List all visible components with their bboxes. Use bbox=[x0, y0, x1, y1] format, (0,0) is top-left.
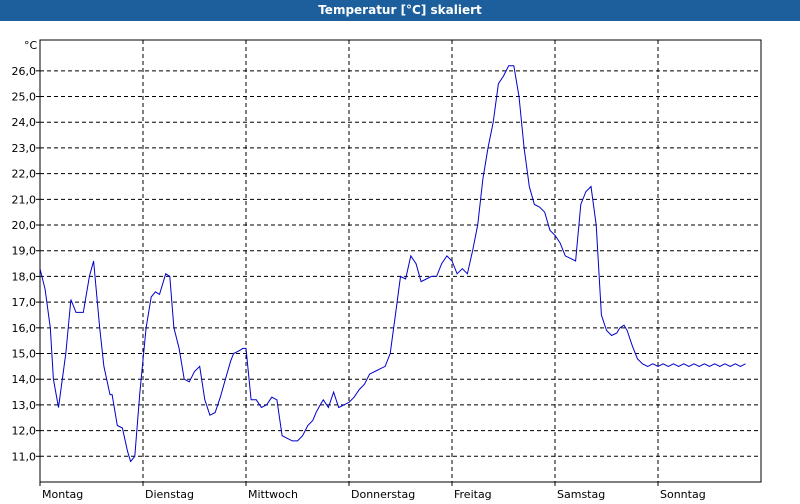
y-tick-label: 13,0 bbox=[12, 399, 37, 412]
y-axis-unit-label: °C bbox=[24, 39, 38, 52]
x-tick-label-day: Mittwoch bbox=[248, 488, 298, 500]
y-tick-label: 14,0 bbox=[12, 373, 37, 386]
y-tick-label: 19,0 bbox=[12, 245, 37, 258]
y-tick-label: 24,0 bbox=[12, 116, 37, 129]
x-tick-label-day: Donnerstag bbox=[351, 488, 415, 500]
x-tick-label-day: Sonntag bbox=[660, 488, 706, 500]
chart-area: °C 11,0 12,0 13,0 14,0 15,0 16,0 17,0 18,0 19,0 2… bbox=[0, 21, 800, 501]
y-tick-label: 25,0 bbox=[12, 91, 37, 104]
y-tick-label: 21,0 bbox=[12, 193, 37, 206]
y-tick-label: 26,0 bbox=[12, 65, 37, 78]
x-tick-label-day: Montag bbox=[42, 488, 83, 500]
y-tick-label: 11,0 bbox=[12, 450, 37, 463]
x-axis: Montag05.09.11Dienstag06.09.11Mittwoch07… bbox=[39, 482, 706, 501]
x-tick-label-day: Samstag bbox=[557, 488, 605, 500]
x-tick-label-day: Dienstag bbox=[145, 488, 194, 500]
y-tick-label: 23,0 bbox=[12, 142, 37, 155]
plot-frame bbox=[39, 39, 762, 483]
y-axis: °C 11,0 12,0 13,0 14,0 15,0 16,0 17,0 18,0 19,0 2… bbox=[12, 39, 40, 463]
temperature-chart: °C 11,0 12,0 13,0 14,0 15,0 16,0 17,0 18,0 19,0 2… bbox=[12, 39, 762, 501]
y-tick-label: 20,0 bbox=[12, 219, 37, 232]
y-tick-label: 12,0 bbox=[12, 425, 37, 438]
x-tick-label-day: Freitag bbox=[454, 488, 492, 500]
y-tick-label: 18,0 bbox=[12, 270, 37, 283]
y-tick-label: 17,0 bbox=[12, 296, 37, 309]
y-tick-label: 15,0 bbox=[12, 348, 37, 361]
y-tick-label: 16,0 bbox=[12, 322, 37, 335]
y-tick-label: 22,0 bbox=[12, 168, 37, 181]
chart-title: Temperatur [°C] skaliert bbox=[0, 0, 800, 21]
